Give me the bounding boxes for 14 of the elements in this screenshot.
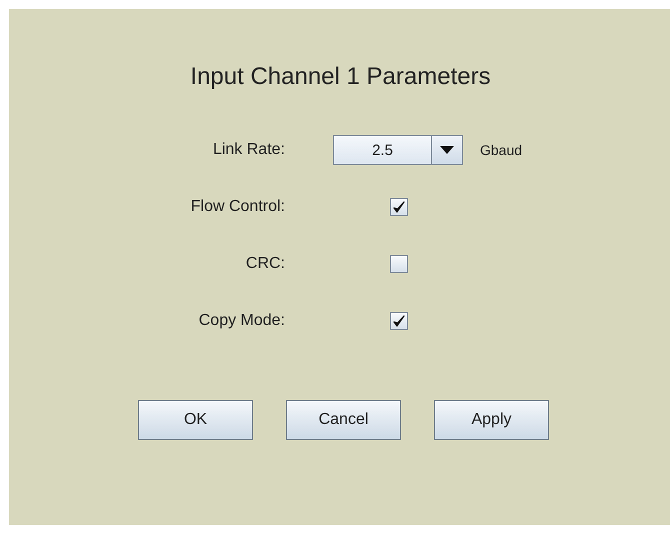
dialog-button[interactable]: Apply [434, 400, 549, 440]
dialog-button[interactable]: Cancel [286, 400, 401, 440]
checkbox[interactable] [390, 312, 408, 330]
checkbox[interactable] [390, 255, 408, 273]
field-label: Copy Mode: [198, 312, 285, 330]
unit-label: Gbaud [480, 142, 522, 158]
field-label: Flow Control: [190, 198, 285, 216]
link-rate-dropdown[interactable]: 2.5 [333, 135, 463, 165]
field-label: CRC: [244, 255, 285, 273]
caret-icon [440, 146, 454, 154]
dialog-button[interactable]: OK [138, 400, 253, 440]
dialog-title: Input Channel 1 Parameters [189, 63, 492, 92]
field-label: Link Rate: [212, 141, 285, 159]
checkbox[interactable] [390, 198, 408, 216]
